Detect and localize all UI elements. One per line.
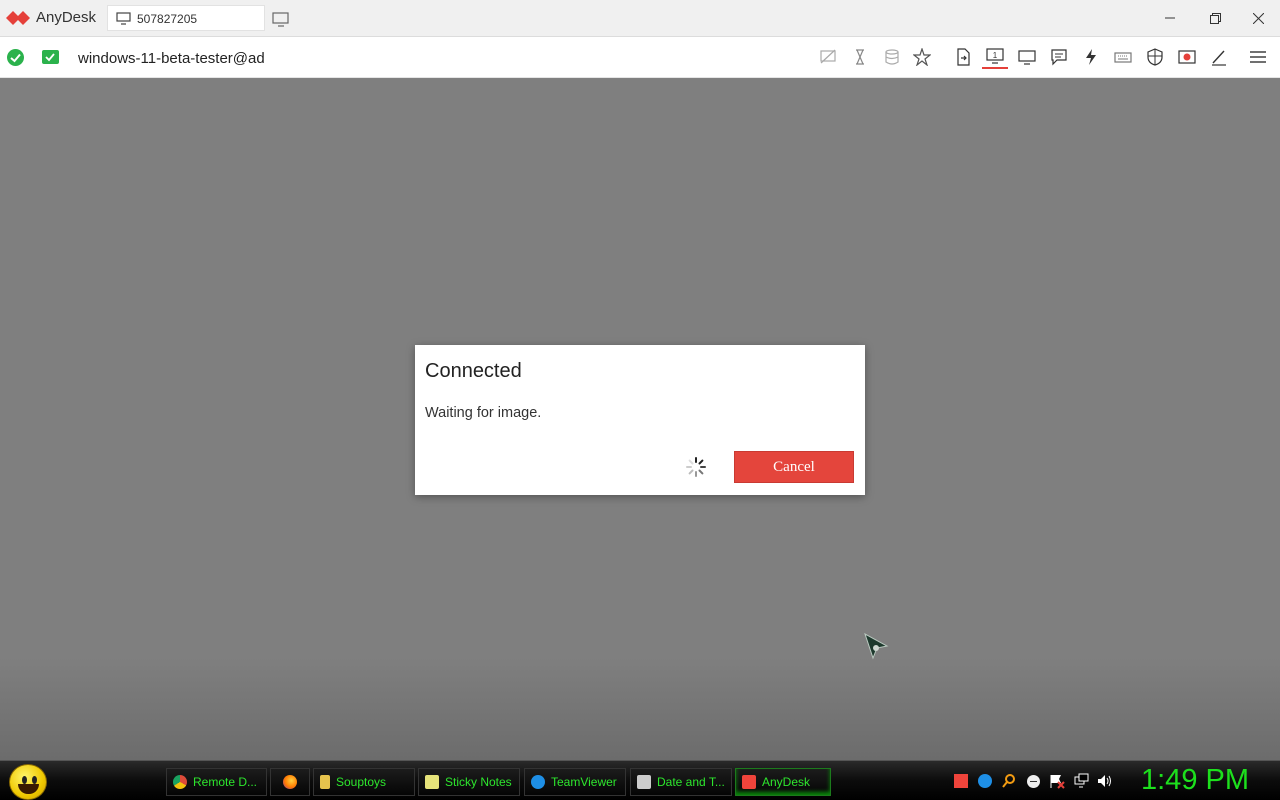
chrome-icon	[173, 775, 187, 789]
souptoys-icon	[320, 775, 330, 789]
session-name: windows-11-beta-tester@ad	[78, 50, 265, 67]
chat-icon[interactable]	[1049, 47, 1069, 67]
taskbar-item-date-and-time[interactable]: Date and T...	[630, 768, 732, 796]
tray-anydesk-icon[interactable]	[953, 773, 969, 789]
date-time-icon	[637, 775, 651, 789]
task-label: Souptoys	[336, 775, 387, 789]
taskbar-item-firefox[interactable]	[270, 768, 310, 796]
remote-display-icon[interactable]	[42, 50, 59, 64]
remote-cursor-icon	[864, 632, 889, 660]
pen-icon[interactable]	[1209, 47, 1229, 67]
shield-icon[interactable]	[1145, 47, 1165, 67]
task-label: TeamViewer	[551, 775, 617, 789]
taskbar-item-remote-desktop[interactable]: Remote D...	[166, 768, 267, 796]
anydesk-logo-icon	[6, 11, 30, 25]
taskbar-item-teamviewer[interactable]: TeamViewer	[524, 768, 626, 796]
task-label: Sticky Notes	[445, 775, 512, 789]
taskbar: Remote D... Souptoys Sticky Notes TeamVi…	[0, 760, 1280, 800]
address-text: 507827205	[137, 12, 198, 26]
taskbar-item-sticky-notes[interactable]: Sticky Notes	[418, 768, 520, 796]
star-icon[interactable]	[912, 47, 932, 67]
tray-search-icon[interactable]	[1001, 773, 1017, 789]
monitor-icon	[116, 12, 131, 25]
address-tab[interactable]: 507827205	[107, 5, 265, 31]
database-icon[interactable]	[882, 47, 902, 67]
keyboard-icon[interactable]	[1113, 47, 1133, 67]
session-toolbar: windows-11-beta-tester@ad 1	[0, 37, 1280, 78]
teamviewer-icon	[531, 775, 545, 789]
new-tab-icon[interactable]	[272, 11, 290, 27]
cancel-button[interactable]: Cancel	[734, 451, 854, 483]
close-button[interactable]	[1243, 6, 1273, 30]
dialog-title: Connected	[425, 360, 522, 382]
file-transfer-icon[interactable]	[953, 47, 973, 67]
monitor-one-icon[interactable]: 1	[982, 45, 1008, 69]
tray-teamviewer-icon[interactable]	[977, 773, 993, 789]
tray-flag-icon[interactable]	[1049, 773, 1065, 789]
close-icon	[1252, 12, 1264, 24]
firefox-icon	[283, 775, 297, 789]
menu-icon[interactable]	[1248, 47, 1268, 67]
svg-text:1: 1	[993, 51, 998, 60]
taskbar-clock[interactable]: 1:49 PM	[1141, 764, 1249, 797]
anydesk-icon	[742, 775, 756, 789]
tray-minus-icon[interactable]	[1025, 773, 1041, 789]
task-label: Date and T...	[657, 775, 725, 789]
task-label: AnyDesk	[762, 775, 811, 789]
sticky-notes-icon	[425, 775, 439, 789]
title-bar: AnyDesk 507827205	[0, 0, 1280, 37]
display-off-icon[interactable]	[818, 47, 838, 67]
tray-network-icon[interactable]	[1073, 773, 1089, 789]
taskbar-item-souptoys[interactable]: Souptoys	[313, 768, 415, 796]
lightning-icon[interactable]	[1081, 47, 1101, 67]
record-icon[interactable]	[1177, 47, 1197, 67]
app-name: AnyDesk	[36, 9, 97, 26]
connection-dialog: Connected Waiting for image. Cancel	[415, 345, 865, 495]
restore-button[interactable]	[1200, 6, 1230, 30]
monitor-icon[interactable]	[1017, 47, 1037, 67]
task-label: Remote D...	[193, 775, 258, 789]
tray-volume-icon[interactable]	[1097, 773, 1113, 789]
connected-check-icon	[7, 49, 24, 66]
start-smiley-icon[interactable]	[9, 764, 47, 800]
minimize-button[interactable]	[1155, 6, 1185, 30]
dialog-message: Waiting for image.	[425, 405, 542, 421]
hourglass-icon[interactable]	[850, 47, 870, 67]
taskbar-item-anydesk[interactable]: AnyDesk	[735, 768, 831, 796]
minimize-icon	[1165, 17, 1175, 19]
restore-icon	[1209, 12, 1221, 24]
loading-spinner-icon	[686, 457, 706, 477]
